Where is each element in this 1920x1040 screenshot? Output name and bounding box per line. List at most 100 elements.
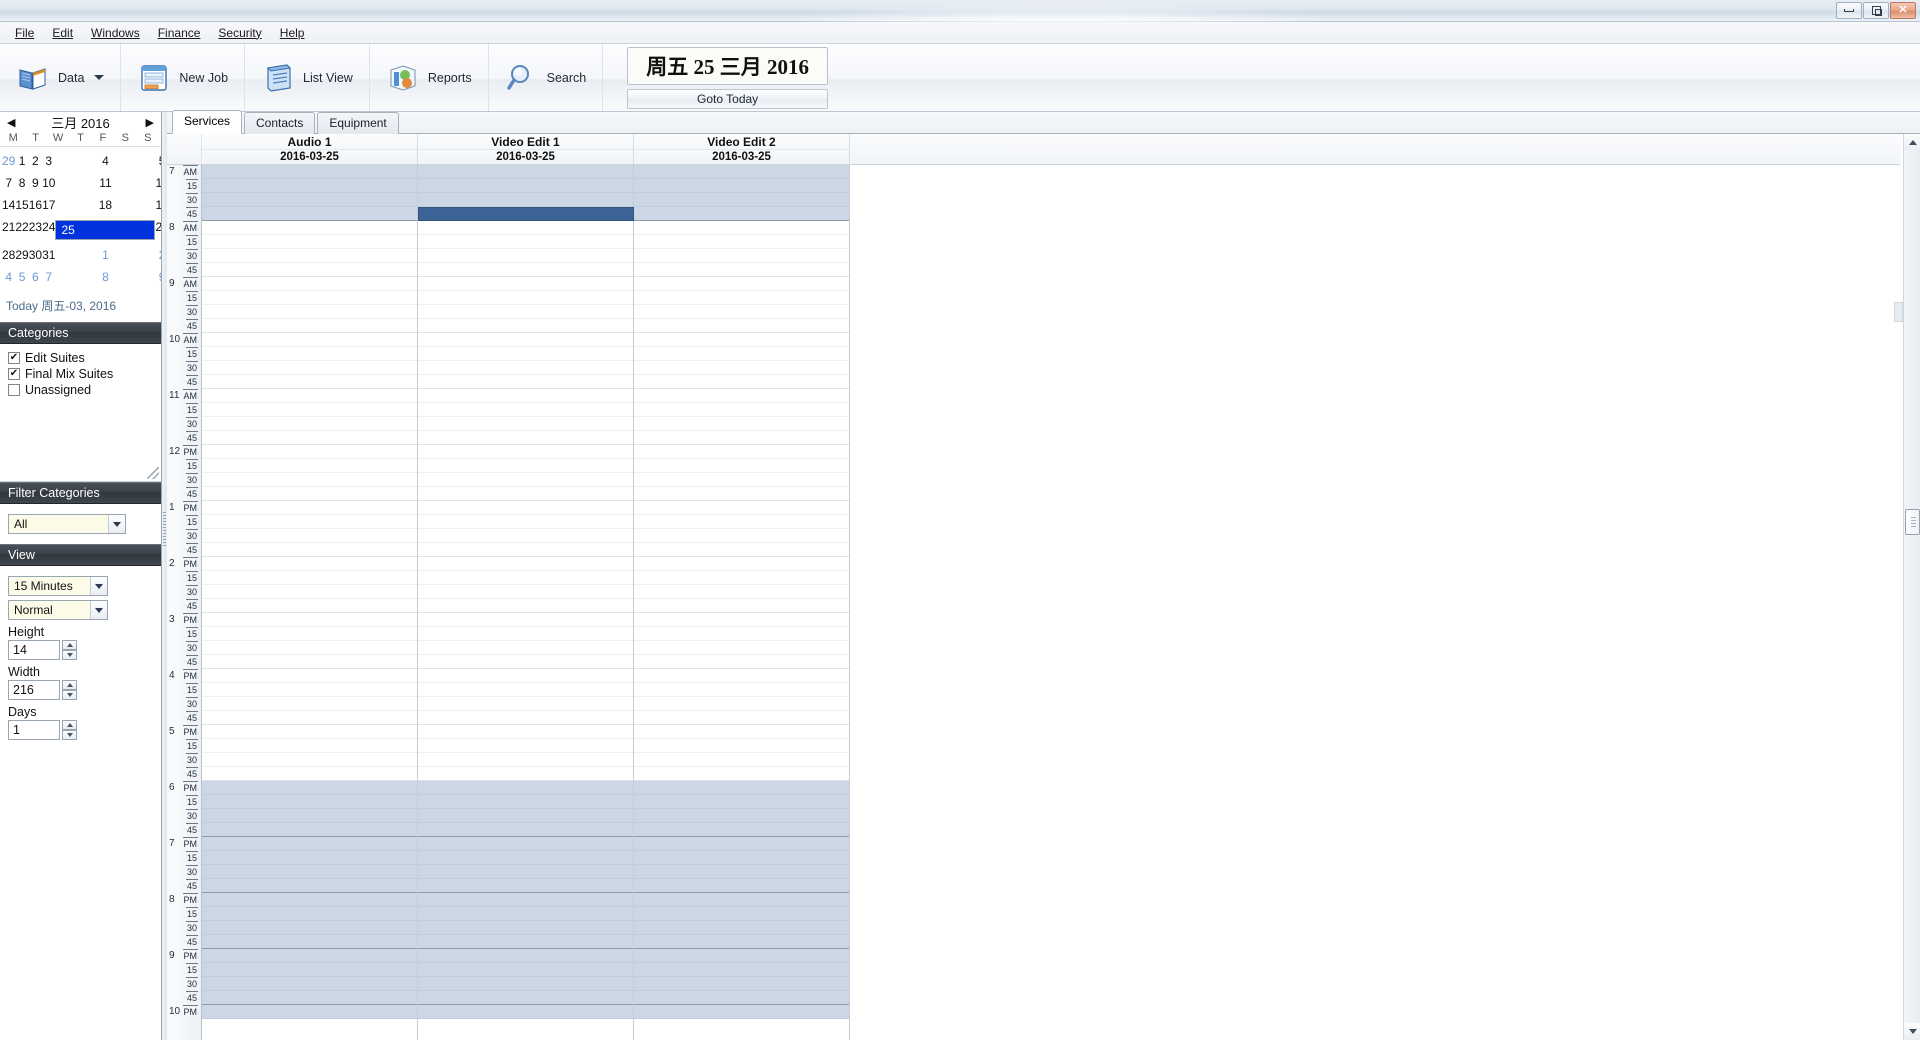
calendar-day[interactable]: 18 xyxy=(55,194,155,216)
time-slot[interactable] xyxy=(418,305,633,319)
calendar-day[interactable]: 1 xyxy=(55,244,155,266)
goto-today-button[interactable]: Goto Today xyxy=(627,88,828,109)
time-slot-offhours[interactable] xyxy=(634,851,849,865)
calendar-day[interactable]: 22 xyxy=(15,216,28,244)
time-slot-offhours[interactable] xyxy=(202,795,417,809)
time-slot-offhours[interactable] xyxy=(202,837,417,851)
time-slot[interactable] xyxy=(202,655,417,669)
time-slot[interactable] xyxy=(202,739,417,753)
category-item-final-mix-suites[interactable]: ✔ Final Mix Suites xyxy=(8,366,153,382)
time-slot[interactable] xyxy=(418,613,633,627)
time-slot[interactable] xyxy=(418,669,633,683)
time-slot-offhours[interactable] xyxy=(202,907,417,921)
time-slot[interactable] xyxy=(418,263,633,277)
view-interval-select[interactable]: 15 Minutes xyxy=(8,576,108,596)
time-slot[interactable] xyxy=(202,263,417,277)
view-mode-select[interactable]: Normal xyxy=(8,600,108,620)
calendar-day[interactable]: 8 xyxy=(55,266,155,288)
time-slot-offhours[interactable] xyxy=(634,1005,849,1019)
time-slot[interactable] xyxy=(202,305,417,319)
current-date-display[interactable]: 周五 25 三月 2016 xyxy=(627,46,828,85)
time-slot[interactable] xyxy=(202,249,417,263)
calendar-day[interactable]: 28 xyxy=(2,244,15,266)
checkbox-icon[interactable]: ✔ xyxy=(8,368,20,380)
calendar-day[interactable]: 9 xyxy=(29,172,42,194)
time-slot[interactable] xyxy=(634,599,849,613)
time-slot[interactable] xyxy=(418,277,633,291)
time-slot[interactable] xyxy=(634,291,849,305)
calendar-day[interactable]: 21 xyxy=(2,216,15,244)
time-slot[interactable] xyxy=(418,739,633,753)
time-slot[interactable] xyxy=(634,725,849,739)
checkbox-icon[interactable] xyxy=(8,384,20,396)
menu-help[interactable]: Help xyxy=(271,24,314,42)
time-slot[interactable] xyxy=(634,221,849,235)
stepper-up-icon[interactable] xyxy=(62,640,77,650)
time-slot[interactable] xyxy=(418,767,633,781)
calendar-day[interactable]: 5 xyxy=(15,266,28,288)
calendar-day[interactable]: 30 xyxy=(29,244,42,266)
calendar-day[interactable]: 17 xyxy=(42,194,55,216)
time-slot[interactable] xyxy=(202,711,417,725)
time-slot-offhours[interactable] xyxy=(418,165,633,179)
time-slot[interactable] xyxy=(202,375,417,389)
column-header-video-edit-2[interactable]: Video Edit 2 2016-03-25 xyxy=(634,134,850,164)
time-slot[interactable] xyxy=(634,627,849,641)
menu-edit[interactable]: Edit xyxy=(43,24,82,42)
time-slot[interactable] xyxy=(202,473,417,487)
time-slot-offhours[interactable] xyxy=(418,193,633,207)
time-slot[interactable] xyxy=(202,501,417,515)
time-slot-offhours[interactable] xyxy=(634,795,849,809)
time-slot[interactable] xyxy=(202,361,417,375)
time-slot[interactable] xyxy=(418,417,633,431)
time-slot-offhours[interactable] xyxy=(634,963,849,977)
days-stepper[interactable] xyxy=(8,720,153,740)
time-slot-offhours[interactable] xyxy=(634,837,849,851)
time-slot[interactable] xyxy=(634,263,849,277)
time-slot[interactable] xyxy=(418,487,633,501)
time-slot-offhours[interactable] xyxy=(202,935,417,949)
schedule-column[interactable] xyxy=(202,165,418,1040)
resize-grip-icon[interactable] xyxy=(147,467,159,479)
time-slot[interactable] xyxy=(202,697,417,711)
time-slot-offhours[interactable] xyxy=(418,795,633,809)
time-slot[interactable] xyxy=(202,403,417,417)
tab-equipment[interactable]: Equipment xyxy=(317,112,399,134)
calendar-day[interactable]: 6 xyxy=(29,266,42,288)
time-slot-offhours[interactable] xyxy=(418,935,633,949)
time-slot-offhours[interactable] xyxy=(418,823,633,837)
stepper-up-icon[interactable] xyxy=(62,680,77,690)
calendar-day[interactable]: 7 xyxy=(42,266,55,288)
time-slot-offhours[interactable] xyxy=(634,809,849,823)
time-slot-offhours[interactable] xyxy=(418,963,633,977)
time-slot-offhours[interactable] xyxy=(634,935,849,949)
time-slot[interactable] xyxy=(418,753,633,767)
time-slot[interactable] xyxy=(418,235,633,249)
time-slot[interactable] xyxy=(634,277,849,291)
stepper-up-icon[interactable] xyxy=(62,720,77,730)
toolbar-button-search[interactable]: Search xyxy=(489,44,604,111)
time-slot[interactable] xyxy=(418,347,633,361)
time-slot-offhours[interactable] xyxy=(634,991,849,1005)
time-slot-offhours[interactable] xyxy=(418,837,633,851)
time-slot[interactable] xyxy=(418,557,633,571)
calendar-day[interactable]: 31 xyxy=(42,244,55,266)
time-slot[interactable] xyxy=(202,277,417,291)
time-slot[interactable] xyxy=(418,319,633,333)
menu-security[interactable]: Security xyxy=(209,24,270,42)
time-slot[interactable] xyxy=(202,389,417,403)
calendar-day[interactable]: 4 xyxy=(55,150,155,172)
time-slot[interactable] xyxy=(202,669,417,683)
calendar-day[interactable]: 1 xyxy=(15,150,28,172)
time-slot[interactable] xyxy=(634,361,849,375)
toolbar-button-data[interactable]: Data xyxy=(0,44,122,111)
chevron-down-icon[interactable] xyxy=(90,601,107,619)
time-slot-offhours[interactable] xyxy=(634,781,849,795)
time-slot-offhours[interactable] xyxy=(202,893,417,907)
time-slot[interactable] xyxy=(634,529,849,543)
menu-file[interactable]: File xyxy=(6,24,43,42)
time-slot[interactable] xyxy=(202,445,417,459)
time-slot-offhours[interactable] xyxy=(202,781,417,795)
time-slot[interactable] xyxy=(202,417,417,431)
time-slot[interactable] xyxy=(634,235,849,249)
